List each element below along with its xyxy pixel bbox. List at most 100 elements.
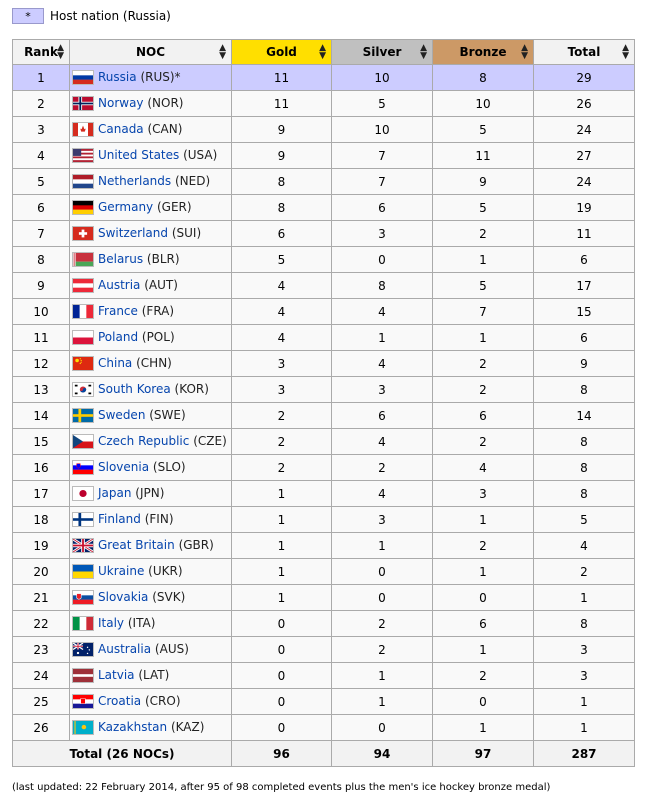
bronze-cell: 2	[432, 532, 534, 559]
country-link[interactable]: Italy	[98, 616, 124, 630]
blr-flag-icon	[72, 252, 94, 267]
silver-cell: 4	[331, 480, 433, 507]
gold-cell: 1	[231, 558, 332, 585]
nor-flag-icon	[72, 96, 94, 111]
total-cell: 2	[533, 558, 635, 585]
sort-icon[interactable]: ▲ ▼	[622, 44, 629, 61]
gold-cell: 1	[231, 532, 332, 559]
medal-table: Rank ▲ ▼ NOC ▲ ▼ Gold ▲ ▼ Silver ▲ ▼ Bronze …	[12, 39, 635, 767]
sort-icon[interactable]: ▲ ▼	[219, 44, 226, 61]
cze-flag-icon	[72, 434, 94, 449]
lat-flag-icon	[72, 668, 94, 683]
gold-header-label: Gold	[266, 45, 297, 59]
bronze-cell: 1	[432, 558, 534, 585]
country-link[interactable]: Germany	[98, 200, 153, 214]
sort-icon[interactable]: ▲ ▼	[319, 44, 326, 61]
country-link[interactable]: Switzerland	[98, 226, 168, 240]
country-link[interactable]: United States	[98, 148, 179, 162]
country-link[interactable]: China	[98, 356, 132, 370]
rank-cell: 12	[12, 350, 70, 377]
table-row: 3 Canada (CAN) 9 10 5 24	[12, 116, 635, 143]
rank-header[interactable]: Rank ▲ ▼	[12, 39, 70, 65]
noc-cell: Germany (GER)	[69, 194, 232, 221]
pol-flag-icon	[72, 330, 94, 345]
country-link[interactable]: France	[98, 304, 138, 318]
rank-cell: 14	[12, 402, 70, 429]
ukr-flag-icon	[72, 564, 94, 579]
table-row: 19 Great Britain (GBR) 1 1 2 4	[12, 532, 635, 559]
gold-cell: 4	[231, 324, 332, 351]
silver-cell: 1	[331, 324, 433, 351]
country-link[interactable]: Czech Republic	[98, 434, 189, 448]
bronze-cell: 2	[432, 350, 534, 377]
bronze-cell: 8	[432, 64, 534, 91]
country-code: (LAT)	[138, 668, 170, 682]
country-link[interactable]: Russia	[98, 70, 137, 84]
country-link[interactable]: Great Britain	[98, 538, 175, 552]
rank-cell: 8	[12, 246, 70, 273]
slo-flag-icon	[72, 460, 94, 475]
host-legend-text: Host nation (Russia)	[50, 9, 171, 23]
noc-cell: Norway (NOR)	[69, 90, 232, 117]
total-cell: 29	[533, 64, 635, 91]
country-link[interactable]: Ukraine	[98, 564, 144, 578]
table-row: 6 Germany (GER) 8 6 5 19	[12, 194, 635, 221]
rank-cell: 18	[12, 506, 70, 533]
noc-cell: Ukraine (UKR)	[69, 558, 232, 585]
sort-icon[interactable]: ▲ ▼	[420, 44, 427, 61]
cro-flag-icon	[72, 694, 94, 709]
country-code: (CZE)	[193, 434, 227, 448]
country-link[interactable]: Latvia	[98, 668, 135, 682]
country-link[interactable]: South Korea	[98, 382, 171, 396]
country-link[interactable]: Kazakhstan	[98, 720, 167, 734]
fra-flag-icon	[72, 304, 94, 319]
country-link[interactable]: Canada	[98, 122, 144, 136]
country-link[interactable]: Croatia	[98, 694, 141, 708]
silver-header[interactable]: Silver ▲ ▼	[331, 39, 433, 65]
country-link[interactable]: Netherlands	[98, 174, 171, 188]
bronze-header[interactable]: Bronze ▲ ▼	[432, 39, 534, 65]
rank-header-label: Rank	[24, 45, 58, 59]
silver-cell: 2	[331, 454, 433, 481]
noc-cell: Slovakia (SVK)	[69, 584, 232, 611]
country-link[interactable]: Japan	[98, 486, 131, 500]
country-link[interactable]: Belarus	[98, 252, 143, 266]
total-header[interactable]: Total ▲ ▼	[533, 39, 635, 65]
country-link[interactable]: Austria	[98, 278, 140, 292]
country-code: (FIN)	[144, 512, 174, 526]
noc-cell: Sweden (SWE)	[69, 402, 232, 429]
sort-icon[interactable]: ▲ ▼	[521, 44, 528, 61]
silver-cell: 7	[331, 142, 433, 169]
country-code: (NOR)	[147, 96, 184, 110]
usa-flag-icon	[72, 148, 94, 163]
footnote: (last updated: 22 February 2014, after 9…	[12, 782, 551, 793]
country-link[interactable]: Slovakia	[98, 590, 148, 604]
kor-flag-icon	[72, 382, 94, 397]
table-row: 13 South Korea (KOR) 3 3 2 8	[12, 376, 635, 403]
aus-flag-icon	[72, 642, 94, 657]
gold-cell: 11	[231, 90, 332, 117]
table-row: 23 Australia (AUS) 0 2 1 3	[12, 636, 635, 663]
sort-icon[interactable]: ▲ ▼	[57, 44, 64, 61]
aut-flag-icon	[72, 278, 94, 293]
kaz-flag-icon	[72, 720, 94, 735]
country-link[interactable]: Australia	[98, 642, 151, 656]
country-link[interactable]: Poland	[98, 330, 138, 344]
silver-cell: 0	[331, 714, 433, 741]
table-row: 4 United States (USA) 9 7 11 27	[12, 142, 635, 169]
table-row: 14 Sweden (SWE) 2 6 6 14	[12, 402, 635, 429]
silver-cell: 4	[331, 350, 433, 377]
noc-cell: China (CHN)	[69, 350, 232, 377]
chn-flag-icon	[72, 356, 94, 371]
country-link[interactable]: Sweden	[98, 408, 145, 422]
table-row: 2 Norway (NOR) 11 5 10 26	[12, 90, 635, 117]
noc-header[interactable]: NOC ▲ ▼	[69, 39, 232, 65]
jpn-flag-icon	[72, 486, 94, 501]
gold-cell: 3	[231, 350, 332, 377]
total-cell: 4	[533, 532, 635, 559]
country-link[interactable]: Slovenia	[98, 460, 149, 474]
gold-header[interactable]: Gold ▲ ▼	[231, 39, 332, 65]
country-link[interactable]: Finland	[98, 512, 141, 526]
noc-cell: Great Britain (GBR)	[69, 532, 232, 559]
country-link[interactable]: Norway	[98, 96, 144, 110]
